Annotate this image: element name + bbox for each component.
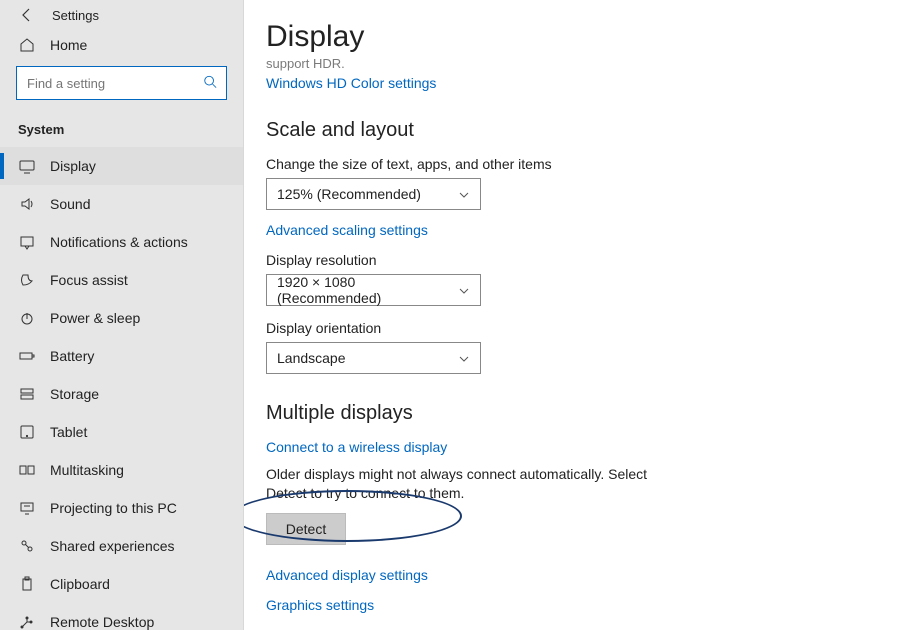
- sidebar-item-label: Battery: [50, 348, 94, 364]
- scale-layout-heading: Scale and layout: [266, 119, 873, 142]
- sidebar-item-shared[interactable]: Shared experiences: [0, 527, 243, 565]
- remote-icon: [18, 613, 36, 631]
- sidebar-item-label: Clipboard: [50, 576, 110, 592]
- storage-icon: [18, 385, 36, 403]
- sidebar-item-power[interactable]: Power & sleep: [0, 299, 243, 337]
- orientation-label: Display orientation: [266, 320, 873, 336]
- sidebar-section-label: System: [0, 104, 243, 147]
- battery-icon: [18, 347, 36, 365]
- sidebar-item-label: Remote Desktop: [50, 614, 154, 630]
- hd-color-settings-link[interactable]: Windows HD Color settings: [266, 75, 436, 91]
- sound-icon: [18, 195, 36, 213]
- sidebar-item-clipboard[interactable]: Clipboard: [0, 565, 243, 603]
- advanced-scaling-link[interactable]: Advanced scaling settings: [266, 222, 428, 238]
- display-icon: [18, 157, 36, 175]
- main-content: Display support HDR. Windows HD Color se…: [244, 0, 913, 630]
- sidebar-item-label: Storage: [50, 386, 99, 402]
- detect-button[interactable]: Detect: [266, 513, 346, 545]
- tablet-icon: [18, 423, 36, 441]
- sidebar-item-label: Shared experiences: [50, 538, 175, 554]
- back-button[interactable]: [18, 6, 36, 24]
- settings-sidebar: Settings Home System Display Sound Notific…: [0, 0, 244, 630]
- sidebar-item-display[interactable]: Display: [0, 147, 243, 185]
- sidebar-item-battery[interactable]: Battery: [0, 337, 243, 375]
- shared-icon: [18, 537, 36, 555]
- focus-icon: [18, 271, 36, 289]
- chevron-down-icon: [458, 352, 470, 364]
- home-icon: [18, 36, 36, 54]
- resolution-label: Display resolution: [266, 252, 873, 268]
- sidebar-item-remote[interactable]: Remote Desktop: [0, 603, 243, 641]
- sidebar-item-label: Notifications & actions: [50, 234, 188, 250]
- app-title: Settings: [52, 8, 99, 23]
- power-icon: [18, 309, 36, 327]
- sidebar-item-home[interactable]: Home: [0, 24, 243, 66]
- sidebar-item-notifications[interactable]: Notifications & actions: [0, 223, 243, 261]
- sidebar-item-label: Projecting to this PC: [50, 500, 177, 516]
- multitasking-icon: [18, 461, 36, 479]
- sidebar-item-label: Multitasking: [50, 462, 124, 478]
- chevron-down-icon: [458, 188, 470, 200]
- hdr-support-text: support HDR.: [266, 56, 873, 71]
- sidebar-item-label: Display: [50, 158, 96, 174]
- chevron-down-icon: [458, 284, 470, 296]
- sidebar-item-focus[interactable]: Focus assist: [0, 261, 243, 299]
- detect-description: Older displays might not always connect …: [266, 465, 666, 503]
- advanced-display-settings-link[interactable]: Advanced display settings: [266, 567, 428, 583]
- sidebar-item-storage[interactable]: Storage: [0, 375, 243, 413]
- multiple-displays-heading: Multiple displays: [266, 402, 873, 425]
- search-wrap: [0, 66, 243, 104]
- sidebar-item-label: Tablet: [50, 424, 87, 440]
- orientation-select[interactable]: Landscape: [266, 342, 481, 374]
- sidebar-item-label: Focus assist: [50, 272, 128, 288]
- sidebar-item-label: Sound: [50, 196, 90, 212]
- notifications-icon: [18, 233, 36, 251]
- scale-select[interactable]: 125% (Recommended): [266, 178, 481, 210]
- sidebar-item-tablet[interactable]: Tablet: [0, 413, 243, 451]
- page-title: Display: [266, 20, 873, 54]
- orientation-value: Landscape: [277, 350, 346, 366]
- resolution-value: 1920 × 1080 (Recommended): [277, 274, 458, 306]
- sidebar-item-label: Power & sleep: [50, 310, 140, 326]
- sidebar-item-sound[interactable]: Sound: [0, 185, 243, 223]
- search-input[interactable]: [16, 66, 227, 100]
- sidebar-header: Settings: [0, 6, 243, 24]
- scale-value: 125% (Recommended): [277, 186, 421, 202]
- sidebar-nav: Display Sound Notifications & actions Focus…: [0, 147, 243, 641]
- sidebar-item-projecting[interactable]: Projecting to this PC: [0, 489, 243, 527]
- resolution-select[interactable]: 1920 × 1080 (Recommended): [266, 274, 481, 306]
- home-label: Home: [50, 37, 87, 53]
- clipboard-icon: [18, 575, 36, 593]
- sidebar-item-multitasking[interactable]: Multitasking: [0, 451, 243, 489]
- wireless-display-link[interactable]: Connect to a wireless display: [266, 439, 447, 455]
- projecting-icon: [18, 499, 36, 517]
- scale-label: Change the size of text, apps, and other…: [266, 156, 873, 172]
- graphics-settings-link[interactable]: Graphics settings: [266, 597, 374, 613]
